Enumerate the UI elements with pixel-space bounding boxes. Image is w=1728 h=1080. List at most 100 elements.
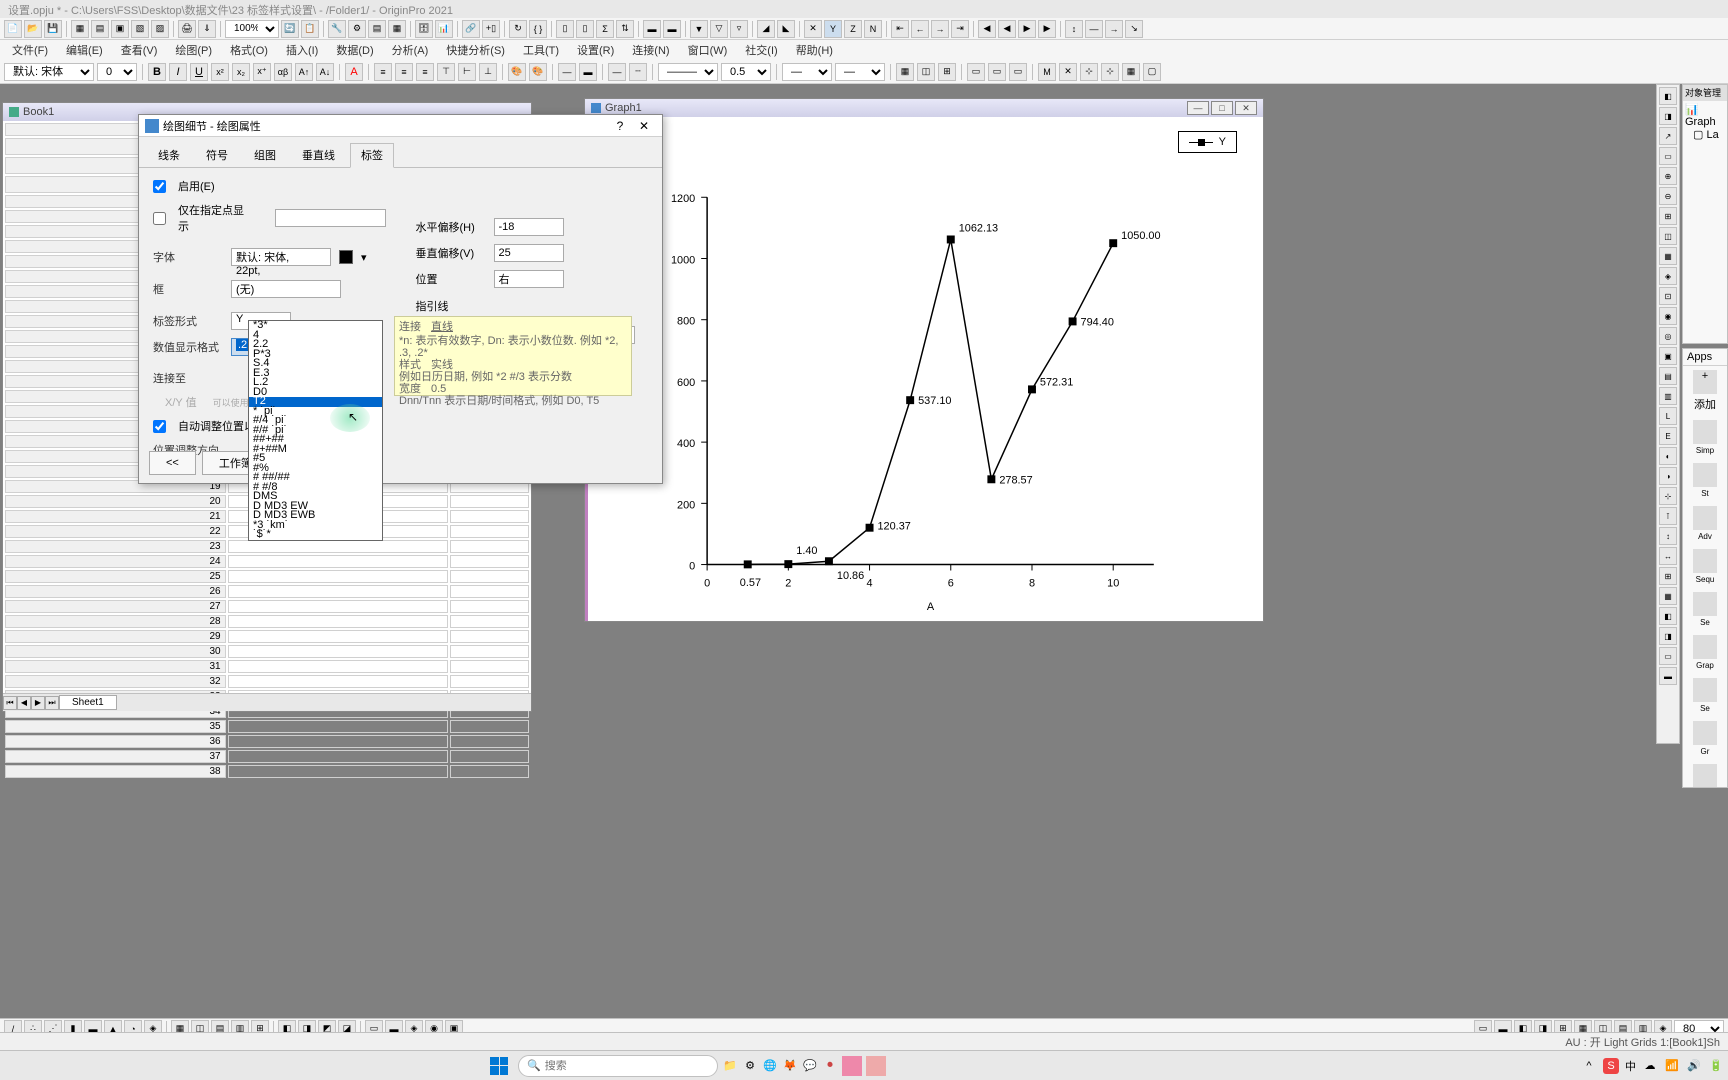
line-color-icon[interactable]: —: [558, 63, 576, 81]
menu-file[interactable]: 文件(F): [4, 40, 56, 60]
dropdown-item[interactable]: *3*: [249, 321, 382, 331]
dropdown-item[interactable]: #+##M: [249, 445, 382, 455]
tray-wifi-icon[interactable]: 📶: [1664, 1058, 1680, 1074]
search-input[interactable]: [545, 1060, 709, 1072]
tab-last-icon[interactable]: ⏭: [45, 696, 59, 710]
apps-item[interactable]: Sequ: [1683, 545, 1727, 588]
tray-up-icon[interactable]: ^: [1581, 1058, 1597, 1074]
task-origin-icon[interactable]: [866, 1056, 886, 1076]
taskbar-search[interactable]: 🔍: [518, 1055, 718, 1077]
hoffset-input[interactable]: [494, 218, 564, 236]
tab-prev-icon[interactable]: ◀: [17, 696, 31, 710]
tray-battery-icon[interactable]: 🔋: [1708, 1058, 1724, 1074]
rtool-21-icon[interactable]: ⊹: [1659, 487, 1677, 505]
axis-icon[interactable]: ⊹: [1080, 63, 1098, 81]
recalc-icon[interactable]: ↻: [509, 20, 527, 38]
x-icon[interactable]: ✕: [804, 20, 822, 38]
apps-item[interactable]: Gr: [1683, 717, 1727, 760]
increase-font-icon[interactable]: A↑: [295, 63, 313, 81]
start-button[interactable]: [484, 1054, 514, 1078]
align-center-icon[interactable]: ≡: [395, 63, 413, 81]
rtool-5-icon[interactable]: ⊕: [1659, 167, 1677, 185]
graph-min-icon[interactable]: —: [1187, 101, 1209, 115]
none-tag-icon[interactable]: N: [864, 20, 882, 38]
tray-ime-icon[interactable]: S: [1603, 1058, 1619, 1074]
points-select[interactable]: [275, 209, 385, 227]
valign-bot-icon[interactable]: ⊥: [479, 63, 497, 81]
rtool-3-icon[interactable]: ↗: [1659, 127, 1677, 145]
row2-icon[interactable]: ▬: [663, 20, 681, 38]
add-col-icon[interactable]: +▯: [482, 20, 500, 38]
tab-label[interactable]: 标签: [350, 143, 394, 168]
tab-group[interactable]: 组图: [243, 143, 287, 167]
tool4-icon[interactable]: ▦: [388, 20, 406, 38]
layer1-icon[interactable]: ▭: [967, 63, 985, 81]
task-edge-icon[interactable]: 🌐: [762, 1058, 778, 1074]
enable-checkbox[interactable]: [153, 180, 166, 193]
graph-area[interactable]: Y 02468100200400600800100012000.571.4010…: [585, 117, 1263, 621]
menu-data[interactable]: 数据(D): [328, 40, 381, 60]
rtool-30-icon[interactable]: ▬: [1659, 667, 1677, 685]
col-icon[interactable]: ▯: [556, 20, 574, 38]
frame-icon[interactable]: ▢: [1143, 63, 1161, 81]
palette-icon[interactable]: 🎨: [508, 63, 526, 81]
align-left-icon[interactable]: ≡: [374, 63, 392, 81]
grid-icon[interactable]: ▦: [1122, 63, 1140, 81]
nav4-icon[interactable]: ▶: [1038, 20, 1056, 38]
row-icon[interactable]: ▬: [643, 20, 661, 38]
nav6-icon[interactable]: —: [1085, 20, 1103, 38]
rtool-6-icon[interactable]: ⊖: [1659, 187, 1677, 205]
dropdown-item[interactable]: D0: [249, 388, 382, 398]
y-icon[interactable]: Y: [824, 20, 842, 38]
pattern-icon[interactable]: ▦: [896, 63, 914, 81]
import-icon[interactable]: ⇓: [198, 20, 216, 38]
filter-icon[interactable]: ▼: [690, 20, 708, 38]
tab-symbol[interactable]: 符号: [195, 143, 239, 167]
rtool-27-icon[interactable]: ◧: [1659, 607, 1677, 625]
menu-social[interactable]: 社交(I): [737, 40, 785, 60]
duplicate-icon[interactable]: 📋: [301, 20, 319, 38]
rtool-12-icon[interactable]: ◉: [1659, 307, 1677, 325]
rtool-22-icon[interactable]: ⊺: [1659, 507, 1677, 525]
rtool-9-icon[interactable]: ▦: [1659, 247, 1677, 265]
dropdown-item[interactable]: L.2: [249, 378, 382, 388]
line-end2-combo[interactable]: —: [835, 63, 885, 81]
nav7-icon[interactable]: →: [1105, 20, 1123, 38]
fill-color-icon[interactable]: ▬: [579, 63, 597, 81]
valign-top-icon[interactable]: ⊤: [437, 63, 455, 81]
rtool-4-icon[interactable]: ▭: [1659, 147, 1677, 165]
task-wechat-icon[interactable]: 💬: [802, 1058, 818, 1074]
move-left-icon[interactable]: ←: [911, 20, 929, 38]
rtool-24-icon[interactable]: ↔: [1659, 547, 1677, 565]
rtool-16-icon[interactable]: ▥: [1659, 387, 1677, 405]
database-icon[interactable]: 🗄: [415, 20, 433, 38]
dialog-help-icon[interactable]: ?: [608, 119, 632, 133]
filter3-icon[interactable]: ▿: [730, 20, 748, 38]
valign-mid-icon[interactable]: ⊢: [458, 63, 476, 81]
save-icon[interactable]: 💾: [44, 20, 62, 38]
font-dropdown-icon[interactable]: ▾: [361, 251, 367, 264]
menu-insert[interactable]: 插入(I): [278, 40, 326, 60]
graph-max-icon[interactable]: □: [1211, 101, 1233, 115]
apps-item[interactable]: Adv: [1683, 502, 1727, 545]
palette2-icon[interactable]: 🎨: [529, 63, 547, 81]
new-workbook-icon[interactable]: ▦: [71, 20, 89, 38]
nav2-icon[interactable]: ◀: [998, 20, 1016, 38]
nav3-icon[interactable]: ▶: [1018, 20, 1036, 38]
print-icon[interactable]: 🖨: [178, 20, 196, 38]
table-icon[interactable]: ⊞: [938, 63, 956, 81]
dropdown-item[interactable]: ˙$˙*: [249, 530, 382, 540]
obj-tree-layer[interactable]: ▢ La: [1693, 128, 1725, 141]
plus-icon[interactable]: ✕: [1059, 63, 1077, 81]
z-icon[interactable]: Z: [844, 20, 862, 38]
apps-item[interactable]: Se: [1683, 588, 1727, 631]
menu-tools[interactable]: 工具(T): [515, 40, 567, 60]
greek-icon[interactable]: αβ: [274, 63, 292, 81]
underline-icon[interactable]: U: [190, 63, 208, 81]
new-matrix-icon[interactable]: ▣: [111, 20, 129, 38]
legend[interactable]: Y: [1178, 131, 1237, 153]
code-icon[interactable]: { }: [529, 20, 547, 38]
tray-volume-icon[interactable]: 🔊: [1686, 1058, 1702, 1074]
tool-icon[interactable]: 🔧: [328, 20, 346, 38]
rtool-1-icon[interactable]: ◧: [1659, 87, 1677, 105]
